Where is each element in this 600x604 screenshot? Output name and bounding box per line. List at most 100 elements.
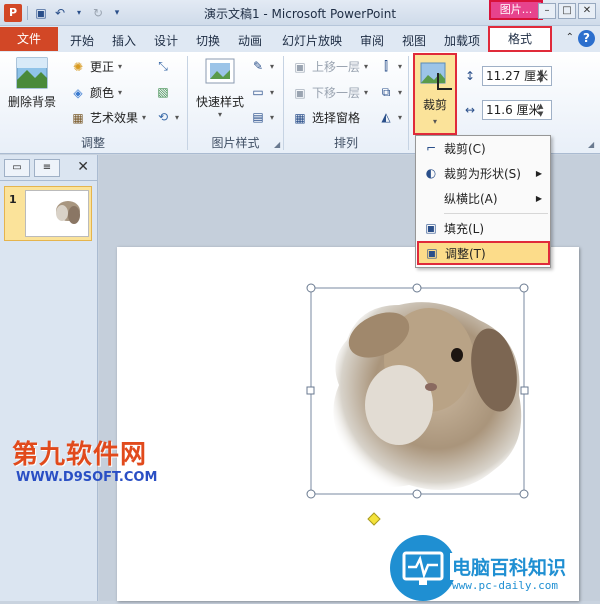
tab-slideshow[interactable]: 幻灯片放映: [282, 32, 342, 49]
menu-item-crop-to-shape[interactable]: ◐ 裁剪为形状(S) ▶: [418, 161, 548, 185]
reset-picture-icon: ⟲: [157, 110, 169, 124]
picture-styles-group-label: 图片样式: [211, 136, 260, 150]
color-button[interactable]: ◈ 颜色 ▾: [70, 84, 122, 101]
panel-tabs: ▭ ≡ ✕: [0, 155, 97, 181]
maximize-button[interactable]: □: [558, 3, 576, 19]
rabbit-thumbnail-image: [56, 201, 80, 224]
bring-forward-icon: ▣: [294, 59, 306, 74]
picture-effects-button[interactable]: ▭ ▾: [250, 84, 274, 100]
reset-picture-button[interactable]: ⟲ ▾: [155, 109, 179, 125]
menu-item-fit[interactable]: ▣ 调整(T): [417, 241, 550, 265]
quick-styles-button[interactable]: 快速样式 ▾: [194, 56, 246, 119]
minimize-ribbon-icon[interactable]: ⌃: [566, 32, 574, 43]
dialog-launcher-icon[interactable]: ◢: [274, 140, 280, 149]
tab-design[interactable]: 设计: [154, 32, 178, 49]
bring-forward-label: 上移一层: [312, 60, 361, 74]
tab-home[interactable]: 开始: [70, 32, 94, 49]
bring-forward-button[interactable]: ▣ 上移一层 ▾: [292, 58, 368, 75]
menu-item-crop-label: 裁剪(C): [444, 141, 486, 156]
minimize-button[interactable]: –: [538, 3, 556, 19]
chevron-down-icon: ▾: [118, 62, 123, 71]
menu-divider: [444, 213, 548, 214]
width-spinner[interactable]: ↔ 11.6 厘米 ▲ ▼: [462, 100, 552, 120]
adjustment-handle-icon[interactable]: [367, 512, 381, 526]
chevron-down-icon: ▾: [217, 110, 222, 119]
selection-pane-button[interactable]: ▦ 选择窗格: [292, 109, 360, 126]
picture-border-button[interactable]: ✎ ▾: [250, 58, 274, 74]
quick-styles-icon: [205, 58, 235, 84]
watermark-d9soft-url: WWW.D9SOFT.COM: [16, 470, 158, 485]
crop-label: 裁剪: [422, 98, 447, 112]
align-icon: ⫿: [384, 59, 388, 73]
width-spin-arrows[interactable]: ▲ ▼: [538, 102, 543, 118]
compress-pictures-button[interactable]: ⤡: [155, 58, 171, 74]
width-icon: ↔: [464, 103, 476, 117]
submenu-arrow-icon: ▶: [535, 193, 542, 203]
window-controls: – □ ✕: [538, 3, 596, 19]
chevron-down-icon: ▾: [118, 88, 123, 97]
ribbon-tabs: 文件 开始 插入 设计 切换 动画 幻灯片放映 审阅 视图 加载项 格式 ⌃ ?: [0, 26, 600, 52]
group-divider: [408, 56, 409, 150]
menu-item-aspect-ratio-label: 纵横比(A): [444, 191, 498, 206]
picture-effects-icon: ▭: [252, 85, 264, 99]
tab-review[interactable]: 审阅: [360, 32, 384, 49]
send-backward-button[interactable]: ▣ 下移一层 ▾: [292, 84, 368, 101]
slide-thumbnail-item[interactable]: 1: [4, 186, 92, 241]
chevron-down-icon: ▾: [270, 112, 275, 122]
slides-tab[interactable]: ▭: [4, 159, 30, 177]
close-icon[interactable]: ✕: [77, 159, 89, 175]
height-spinner[interactable]: ↕ 11.27 厘米 ▲ ▼: [462, 66, 552, 86]
send-backward-label: 下移一层: [312, 86, 361, 100]
watermark-d9soft-name: 第九软件网: [12, 440, 148, 470]
arrange-group-label: 排列: [333, 136, 358, 150]
fit-icon: ▣: [426, 246, 438, 260]
outline-tab[interactable]: ≡: [34, 159, 60, 177]
close-button[interactable]: ✕: [578, 3, 596, 19]
rotate-button[interactable]: ◭ ▾: [378, 109, 402, 125]
tab-insert[interactable]: 插入: [112, 32, 136, 49]
rabbit-picture[interactable]: [333, 302, 523, 490]
corrections-label: 更正: [90, 60, 115, 74]
watermark-pcdaily-name: 电脑百科知识: [450, 553, 569, 580]
tab-view[interactable]: 视图: [402, 32, 426, 49]
artistic-effects-button[interactable]: ▦ 艺术效果 ▾: [70, 109, 146, 126]
align-button[interactable]: ⫿ ▾: [378, 58, 402, 74]
change-picture-button[interactable]: ▧: [155, 84, 171, 100]
tab-addins[interactable]: 加载项: [444, 32, 480, 49]
menu-item-fit-label: 调整(T): [445, 246, 486, 261]
remove-background-icon: [16, 57, 48, 89]
color-icon: ◈: [73, 85, 83, 100]
picture-layout-button[interactable]: ▤ ▾: [250, 109, 274, 125]
fill-icon: ▣: [425, 221, 437, 235]
crop-to-shape-icon: ◐: [425, 166, 437, 180]
color-label: 颜色: [90, 86, 115, 100]
slides-panel: ▭ ≡ ✕ 1: [0, 155, 98, 601]
corrections-button[interactable]: ✺ 更正 ▾: [70, 58, 122, 75]
menu-item-aspect-ratio[interactable]: 纵横比(A) ▶: [418, 186, 548, 210]
quick-styles-label: 快速样式: [195, 95, 244, 109]
size-dialog-launcher-icon[interactable]: ◢: [588, 140, 594, 149]
help-icon[interactable]: ?: [578, 30, 595, 47]
tab-transitions[interactable]: 切换: [196, 32, 220, 49]
watermark-pcdaily-url: www.pc-daily.com: [452, 579, 558, 592]
send-backward-icon: ▣: [294, 85, 306, 100]
tab-format[interactable]: 格式: [488, 26, 552, 52]
tab-file[interactable]: 文件: [0, 27, 58, 51]
chevron-down-icon: ▾: [270, 87, 275, 97]
change-picture-icon: ▧: [157, 85, 169, 99]
tab-animations[interactable]: 动画: [238, 32, 262, 49]
height-spin-arrows[interactable]: ▲ ▼: [538, 68, 543, 84]
remove-background-button[interactable]: 删除背景: [4, 56, 60, 110]
chevron-down-icon: ▾: [364, 62, 369, 71]
rotate-icon: ◭: [381, 110, 391, 124]
crop-button[interactable]: 裁剪 ▾: [413, 53, 457, 135]
selection-pane-icon: ▦: [294, 110, 306, 125]
menu-item-crop[interactable]: ⌐ 裁剪(C): [418, 136, 548, 160]
selection-pane-label: 选择窗格: [312, 111, 361, 125]
chevron-down-icon: ▾: [432, 117, 437, 126]
group-objects-icon: ⧉: [381, 85, 391, 99]
crop-icon: [420, 62, 452, 90]
menu-item-fill[interactable]: ▣ 填充(L): [418, 216, 548, 240]
group-objects-button[interactable]: ⧉ ▾: [378, 84, 402, 100]
chevron-down-icon: ▾: [398, 112, 403, 122]
